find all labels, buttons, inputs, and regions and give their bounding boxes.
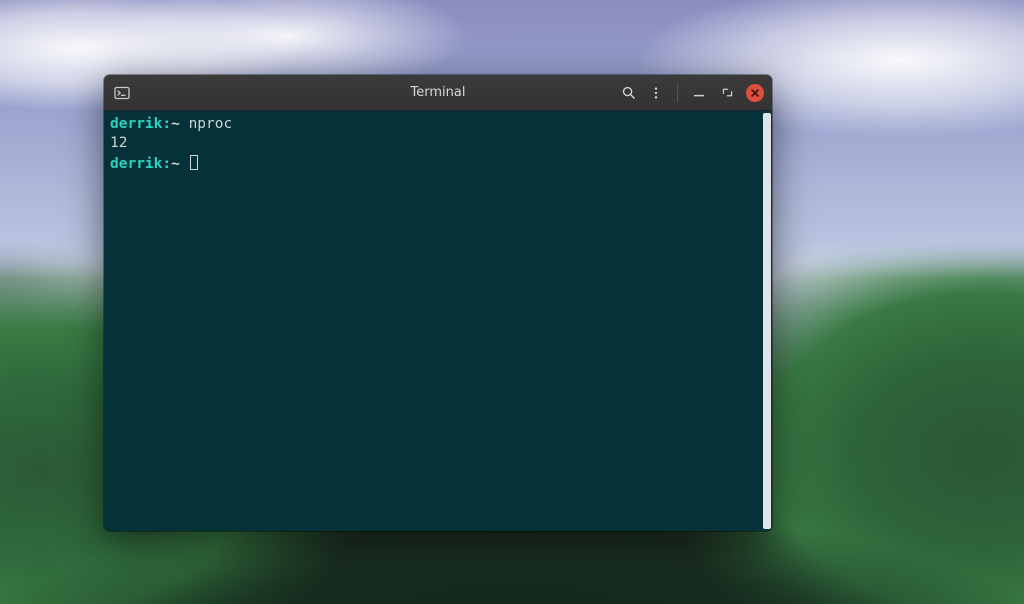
terminal-icon — [112, 83, 132, 103]
prompt-path: ~ — [171, 156, 180, 172]
search-icon[interactable] — [619, 84, 637, 102]
terminal-window: Terminal — [104, 75, 772, 531]
prompt-user: derrik: — [110, 116, 171, 132]
prompt-path: ~ — [171, 116, 180, 132]
titlebar[interactable]: Terminal — [104, 75, 772, 111]
titlebar-separator — [677, 84, 678, 102]
kebab-menu-icon[interactable] — [647, 84, 665, 102]
desktop-wallpaper: Terminal — [0, 0, 1024, 604]
cursor — [190, 155, 198, 170]
output-line: 12 — [110, 135, 127, 151]
close-button[interactable] — [746, 84, 764, 102]
prompt-user: derrik: — [110, 156, 171, 172]
terminal-body[interactable]: derrik:~ nproc 12 derrik:~ — [104, 111, 762, 531]
minimize-button[interactable] — [690, 84, 708, 102]
maximize-button[interactable] — [718, 84, 736, 102]
scrollbar[interactable] — [762, 111, 772, 531]
command-text: nproc — [189, 116, 233, 132]
titlebar-actions — [619, 84, 764, 102]
terminal-body-wrap: derrik:~ nproc 12 derrik:~ — [104, 111, 772, 531]
scrollbar-thumb[interactable] — [763, 113, 771, 529]
